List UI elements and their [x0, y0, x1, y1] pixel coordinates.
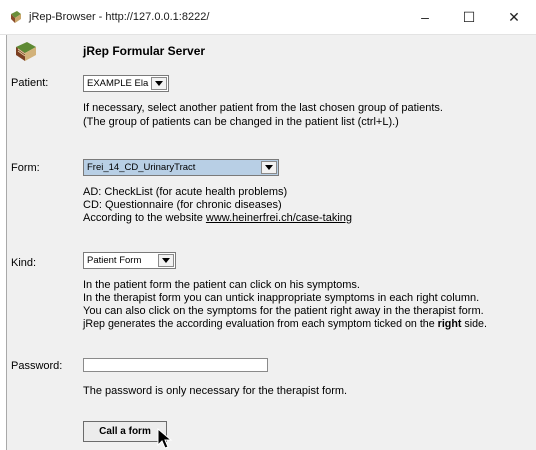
kind-line4-suffix: side.	[461, 318, 487, 330]
patient-help-line1: If necessary, select another patient fro…	[83, 102, 443, 114]
website-link[interactable]: www.heinerfrei.ch/case-taking	[206, 212, 352, 224]
mouse-pointer-icon	[157, 428, 173, 449]
form-desc-line3: According to the website www.heinerfrei.…	[83, 212, 352, 225]
chevron-down-icon[interactable]	[261, 161, 277, 174]
patient-label: Patient:	[11, 77, 49, 89]
form-desc-line2: CD: Questionnaire (for chronic diseases)	[83, 199, 282, 211]
call-form-button[interactable]: Call a form	[83, 421, 167, 442]
window-title: jRep-Browser - http://127.0.0.1:8222/	[29, 11, 210, 23]
kind-line3: You can also click on the symptoms for t…	[83, 305, 484, 317]
kind-line4-bold: right	[437, 318, 462, 330]
page-title: jRep Formular Server	[83, 44, 206, 58]
close-button[interactable]: ✕	[492, 0, 536, 34]
books-icon	[16, 42, 36, 61]
kind-select[interactable]: Patient Form	[83, 252, 176, 269]
minimize-button[interactable]: –	[403, 0, 447, 34]
kind-line2: In the therapist form you can untick ina…	[83, 292, 480, 304]
kind-line4: jRep generates the according evaluation …	[83, 318, 487, 331]
title-bar: jRep-Browser - http://127.0.0.1:8222/ – …	[0, 0, 536, 35]
chevron-down-icon[interactable]	[151, 77, 167, 90]
form-label: Form:	[11, 162, 40, 174]
form-desc-line1: AD: CheckList (for acute health problems…	[83, 186, 288, 198]
chevron-down-icon[interactable]	[158, 254, 174, 267]
maximize-button[interactable]: ☐	[447, 0, 491, 34]
form-desc-prefix: According to the website	[83, 212, 206, 224]
form-panel: jRep Formular Server Patient: EXAMPLE El…	[6, 35, 536, 450]
form-select[interactable]: Frei_14_CD_UrinaryTract	[83, 159, 279, 176]
patient-select[interactable]: EXAMPLE Ela	[83, 75, 169, 92]
book-icon	[11, 11, 21, 23]
password-field[interactable]	[83, 358, 268, 372]
patient-select-value: EXAMPLE Ela	[87, 78, 149, 89]
patient-help-line2: (The group of patients can be changed in…	[83, 116, 399, 128]
password-label: Password:	[11, 360, 63, 372]
kind-line1: In the patient form the patient can clic…	[83, 279, 360, 291]
form-select-value: Frei_14_CD_UrinaryTract	[87, 162, 196, 173]
password-help: The password is only necessary for the t…	[83, 385, 348, 397]
kind-label: Kind:	[11, 257, 37, 269]
kind-select-value: Patient Form	[87, 255, 142, 266]
kind-line4-prefix: jRep generates the according evaluation …	[83, 318, 438, 330]
